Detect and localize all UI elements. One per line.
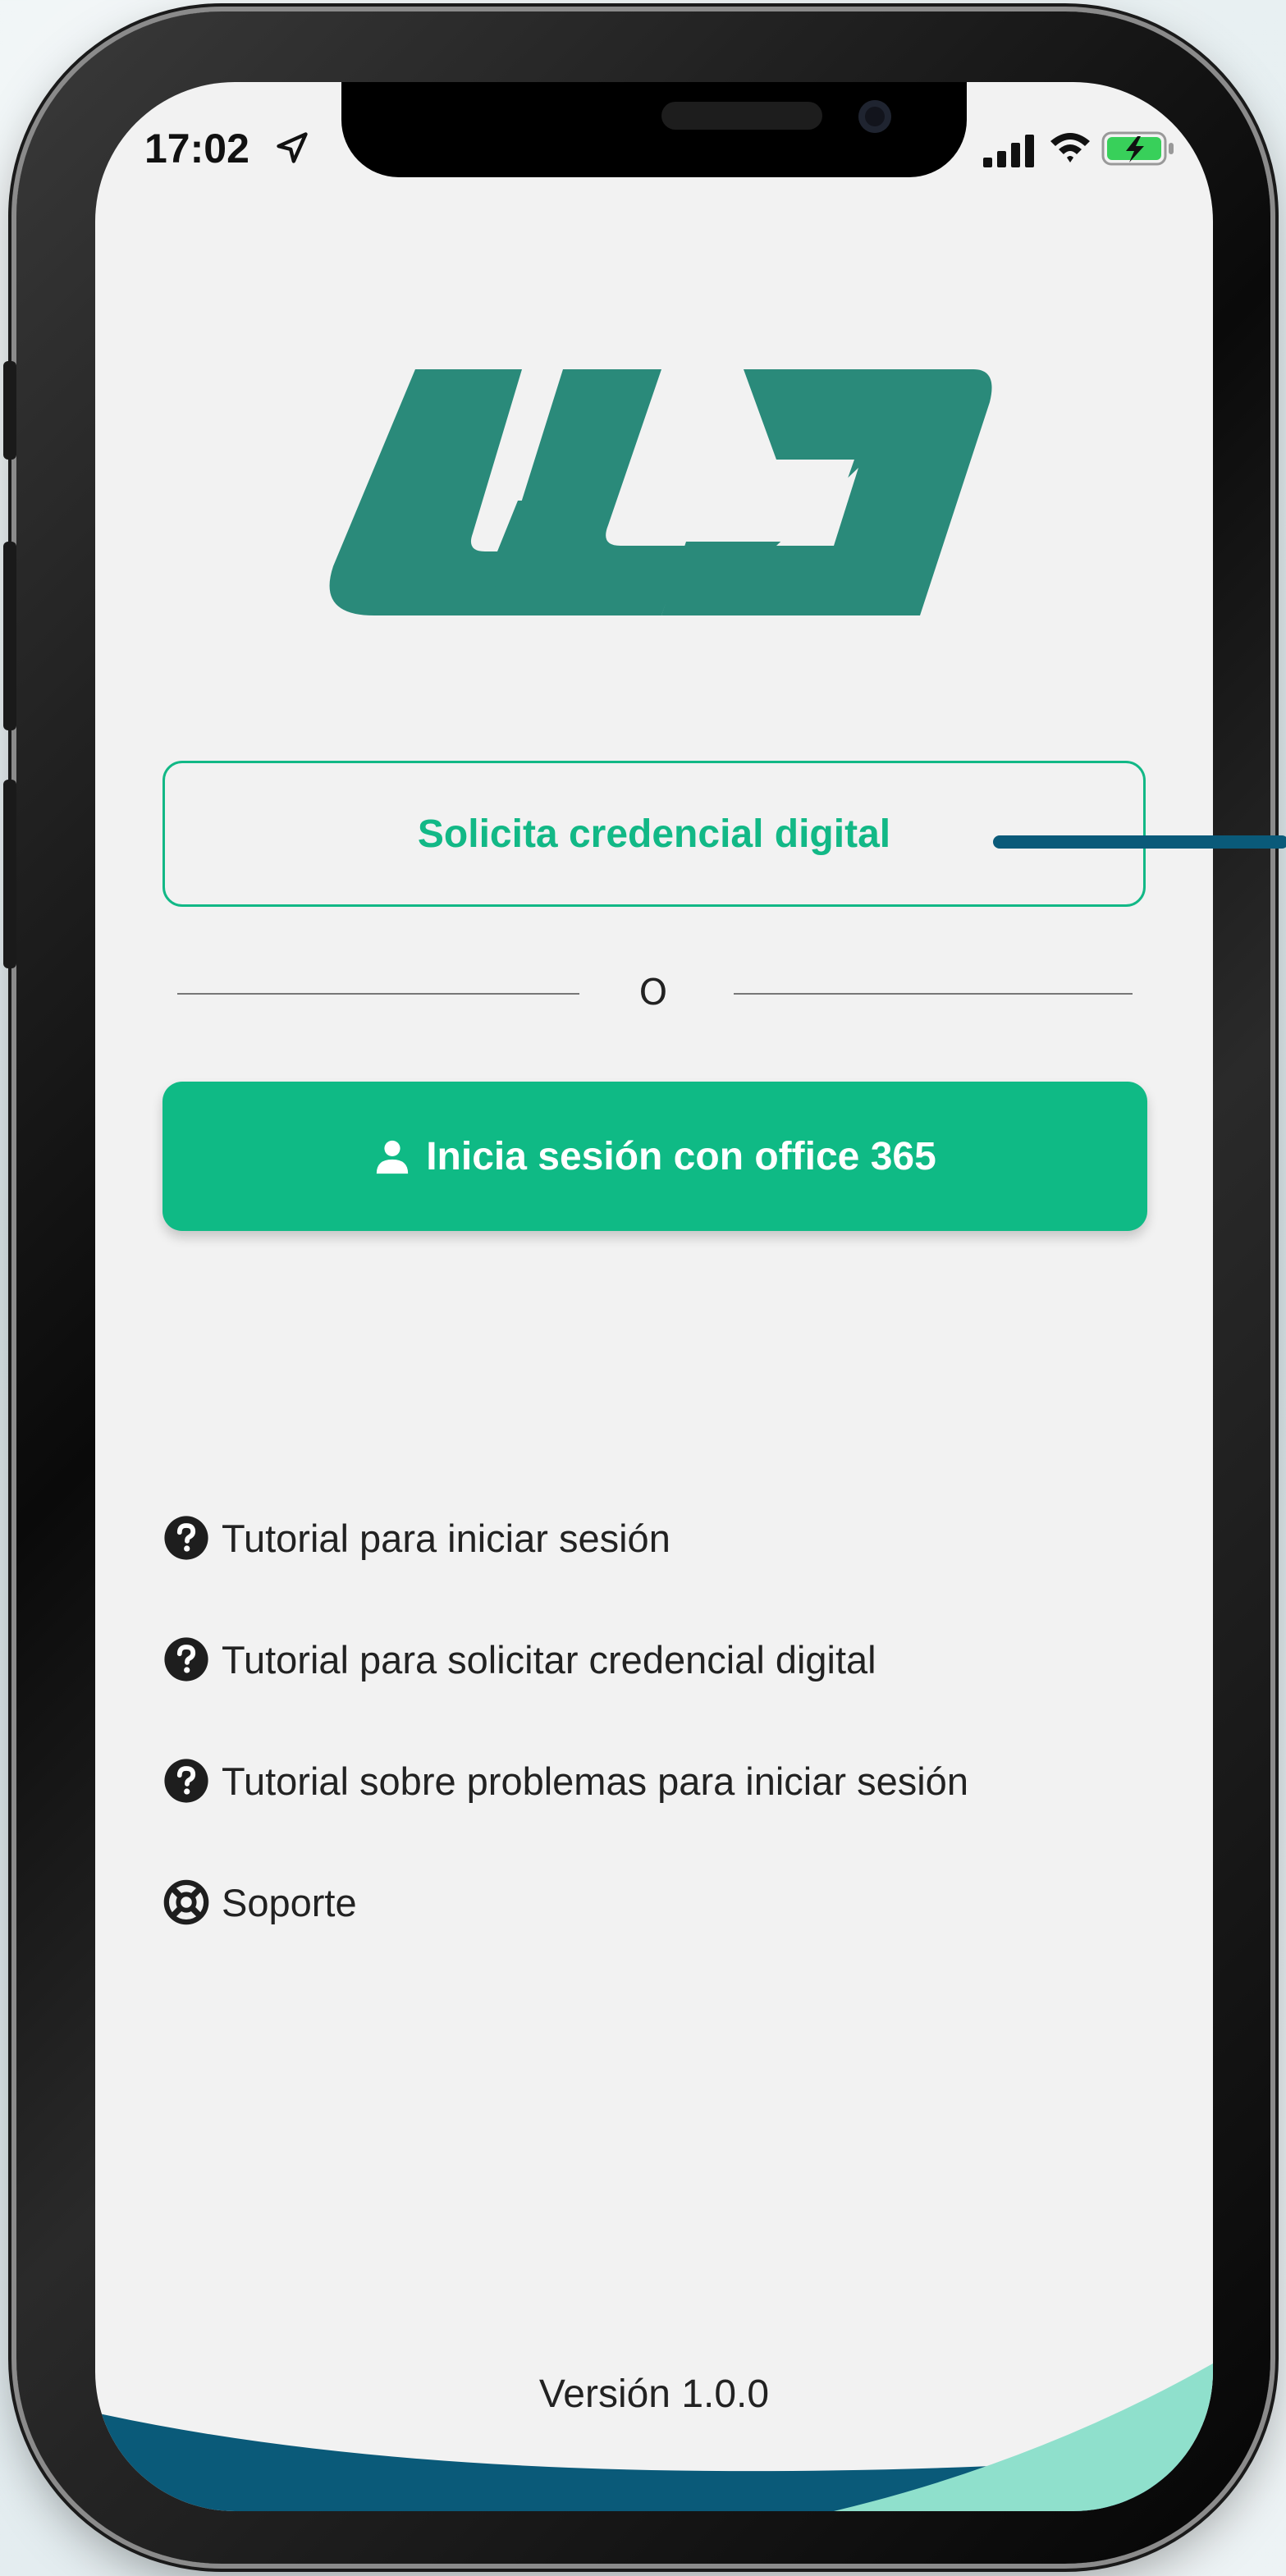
app-screen: 17:02 Solicita credencial digital O Inic…: [95, 82, 1213, 2511]
divider-line-left: [177, 993, 579, 995]
question-circle-icon: [164, 1637, 208, 1681]
office365-login-label: Inicia sesión con office 365: [426, 1134, 936, 1178]
wifi-icon: [1050, 133, 1090, 162]
speaker: [661, 102, 822, 130]
signal-icon: [983, 135, 1034, 167]
tutorial-login-link[interactable]: Tutorial para iniciar sesión: [162, 1514, 670, 1562]
tutorial-request-credential-label: Tutorial para solicitar credencial digit…: [222, 1637, 876, 1681]
tutorial-login-problems-label: Tutorial sobre problemas para iniciar se…: [222, 1759, 968, 1803]
life-ring-icon: [163, 1879, 209, 1925]
request-digital-credential-button[interactable]: Solicita credencial digital: [162, 761, 1146, 907]
divider-line-right: [734, 993, 1133, 995]
support-label: Soporte: [222, 1880, 357, 1924]
callout-connector-line: [993, 835, 1286, 849]
tutorial-login-label: Tutorial para iniciar sesión: [222, 1516, 670, 1560]
app-version: Versión 1.0.0: [538, 2372, 770, 2416]
question-circle-icon: [164, 1759, 208, 1803]
request-digital-credential-label: Solicita credencial digital: [417, 812, 891, 856]
mute-switch: [3, 361, 16, 460]
tutorial-request-credential-link[interactable]: Tutorial para solicitar credencial digit…: [162, 1636, 876, 1683]
divider-or-text: O: [638, 972, 668, 1013]
volume-down-button: [3, 780, 16, 968]
user-icon: [377, 1140, 409, 1174]
office365-login-button[interactable]: Inicia sesión con office 365: [162, 1082, 1147, 1231]
battery-charging-icon: [1101, 131, 1174, 166]
camera: [858, 100, 891, 133]
volume-up-button: [3, 542, 16, 730]
notch: [341, 82, 967, 177]
status-time: 17:02: [144, 126, 249, 172]
location-arrow-icon: [277, 132, 308, 163]
tutorial-login-problems-link[interactable]: Tutorial sobre problemas para iniciar se…: [162, 1757, 968, 1805]
ula-logo: [329, 369, 992, 615]
support-link[interactable]: Soporte: [162, 1878, 357, 1926]
question-circle-icon: [164, 1516, 208, 1560]
